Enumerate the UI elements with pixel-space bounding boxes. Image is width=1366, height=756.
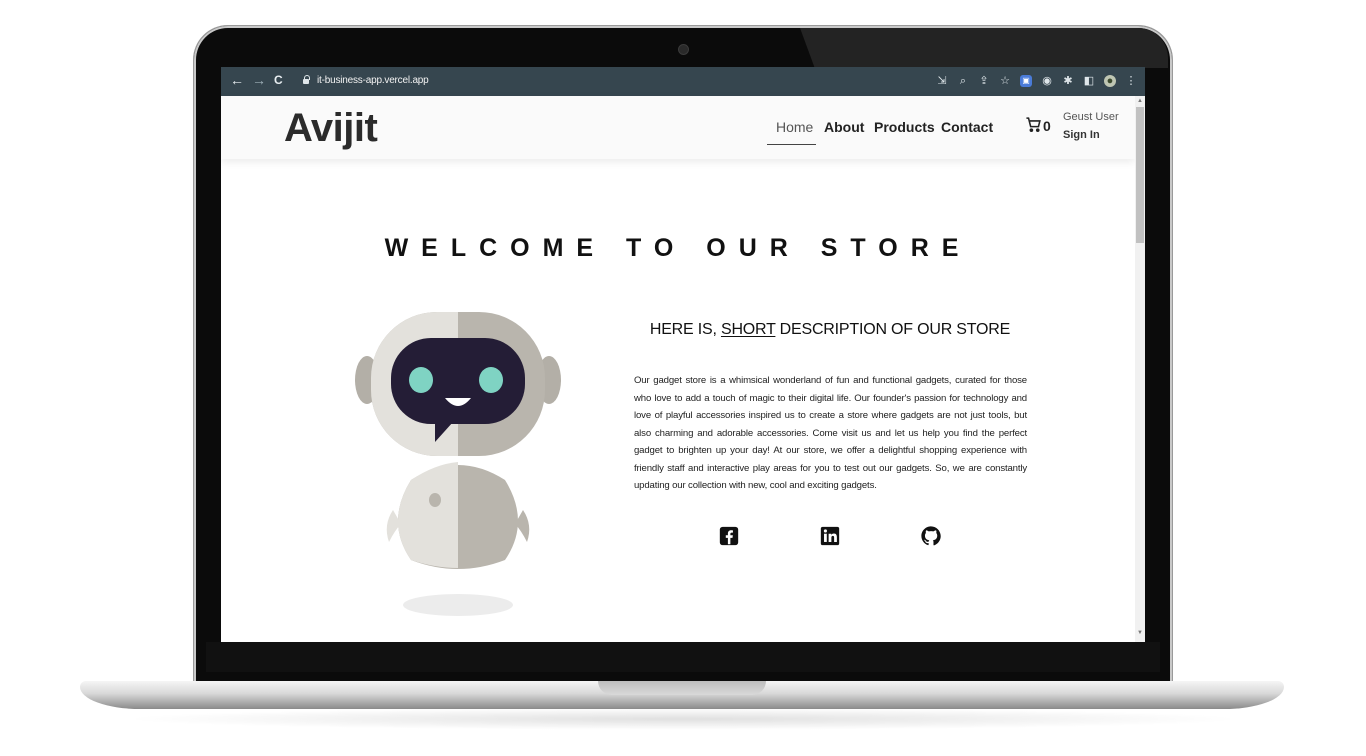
site-logo[interactable]: Avijit: [284, 106, 378, 151]
scrollbar-thumb[interactable]: [1136, 107, 1144, 243]
profile-avatar[interactable]: ●: [1104, 75, 1116, 87]
nav-home[interactable]: Home: [776, 119, 813, 135]
extension-icon[interactable]: ▣: [1020, 75, 1032, 87]
linkedin-icon[interactable]: [819, 525, 841, 547]
active-nav-indicator: [767, 144, 816, 145]
laptop-glare: [800, 28, 1168, 68]
subhead-emphasis: SHORT: [720, 321, 776, 338]
nav-contact[interactable]: Contact: [941, 119, 993, 135]
scroll-down-icon[interactable]: ▼: [1137, 630, 1143, 636]
laptop-notch: [598, 681, 766, 695]
zoom-icon[interactable]: ⌕: [957, 75, 969, 87]
reload-icon[interactable]: C: [274, 73, 283, 87]
puzzle-icon[interactable]: ✱: [1062, 75, 1074, 87]
address-bar[interactable]: it-business-app.vercel.app: [317, 75, 429, 86]
lock-icon[interactable]: [303, 75, 310, 84]
sign-in-link[interactable]: Sign In: [1063, 129, 1100, 141]
record-icon[interactable]: ◉: [1041, 75, 1053, 87]
user-name: Geust User: [1063, 111, 1119, 123]
page-title: WELCOME TO OUR STORE: [384, 234, 972, 262]
cart-icon[interactable]: [1025, 116, 1042, 138]
scroll-up-icon[interactable]: ▲: [1137, 98, 1143, 104]
site-header: Avijit Home About Products Contact 0 Geu…: [221, 96, 1135, 159]
install-icon[interactable]: ⇲: [936, 75, 948, 87]
nav-products[interactable]: Products: [874, 119, 935, 135]
side-panel-icon[interactable]: ◧: [1083, 75, 1095, 87]
cart-count[interactable]: 0: [1043, 118, 1051, 134]
nav-about[interactable]: About: [824, 119, 864, 135]
facebook-icon[interactable]: [718, 525, 740, 547]
subhead-prefix: HERE IS,: [649, 321, 721, 338]
browser-toolbar: ← → C it-business-app.vercel.app ⇲ ⌕ ⇪ ☆…: [221, 67, 1145, 96]
back-icon[interactable]: ←: [230, 72, 244, 88]
robot-illustration: [355, 312, 561, 616]
laptop-shadow: [120, 708, 1246, 730]
share-icon[interactable]: ⇪: [978, 75, 990, 87]
browser-extensions: ⇲ ⌕ ⇪ ☆ ▣ ◉ ✱ ◧ ● ⋮: [936, 73, 1137, 89]
github-icon[interactable]: [920, 525, 942, 547]
forward-icon[interactable]: →: [252, 72, 266, 88]
bookmark-star-icon[interactable]: ☆: [999, 75, 1011, 87]
section-subheading: HERE IS, SHORT DESCRIPTION OF OUR STORE: [634, 321, 1026, 339]
browser-screen: ← → C it-business-app.vercel.app ⇲ ⌕ ⇪ ☆…: [221, 67, 1145, 642]
webcam: [678, 44, 689, 55]
menu-kebab-icon[interactable]: ⋮: [1125, 75, 1137, 87]
subhead-suffix: DESCRIPTION OF OUR STORE: [775, 321, 1011, 338]
screen-bezel: [206, 642, 1160, 672]
store-description: Our gadget store is a whimsical wonderla…: [634, 375, 1027, 491]
